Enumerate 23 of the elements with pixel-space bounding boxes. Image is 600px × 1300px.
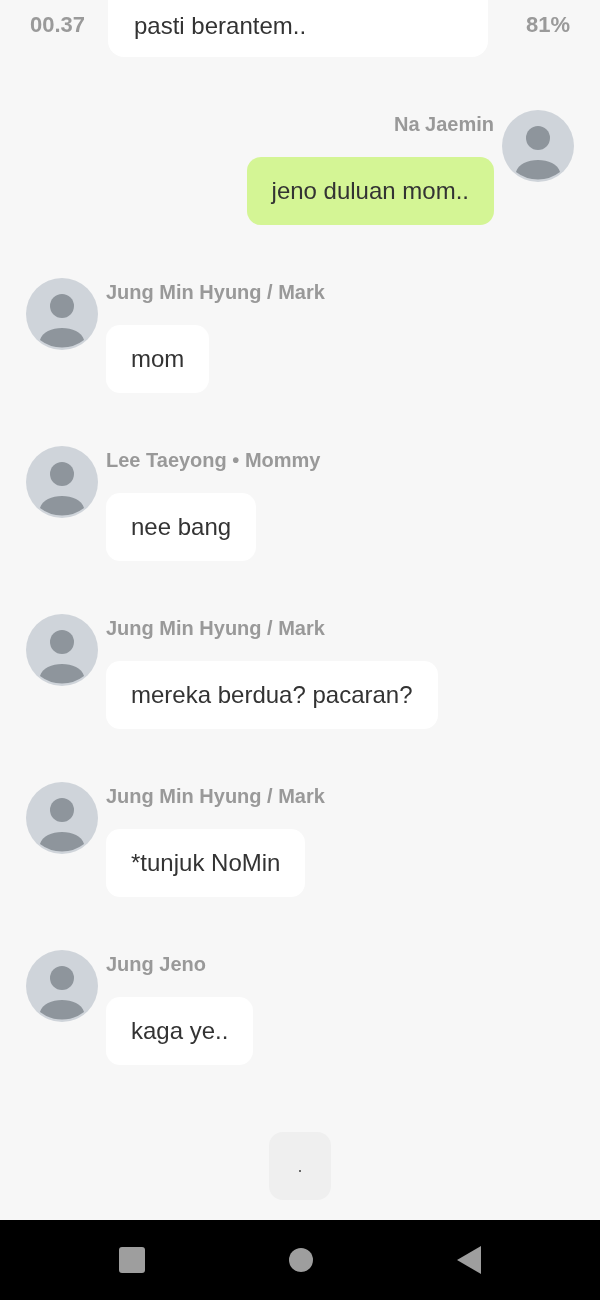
sender-name: Na Jaemin [393, 112, 494, 136]
avatar[interactable] [26, 278, 98, 350]
avatar[interactable] [26, 950, 98, 1022]
sender-name: Lee Taeyong • Mommy [106, 448, 321, 472]
recents-icon[interactable] [119, 1247, 146, 1273]
sender-name: Jung Min Hyung / Mark [106, 280, 325, 304]
message-bubble: mom [106, 325, 210, 393]
avatar[interactable] [26, 614, 98, 686]
sender-name: Jung Min Hyung / Mark [106, 784, 325, 808]
back-icon[interactable] [456, 1246, 481, 1274]
sender-name: Jung Min Hyung / Mark [106, 616, 325, 640]
avatar[interactable] [502, 110, 574, 182]
message-bubble: kaga ye.. [106, 997, 254, 1065]
sender-name: Jung Jeno [106, 952, 206, 976]
message-bubble: pasti berantem.. [108, 0, 488, 57]
message-bubble: mereka berdua? pacaran? [106, 661, 438, 729]
typing-indicator: . [269, 1132, 331, 1200]
message-bubble: nee bang [106, 493, 257, 561]
avatar[interactable] [26, 446, 98, 518]
home-icon[interactable] [288, 1247, 314, 1273]
message-bubble: *tunjuk NoMin [106, 829, 306, 897]
avatar[interactable] [26, 782, 98, 854]
message-bubble: jeno duluan mom.. [246, 157, 494, 225]
